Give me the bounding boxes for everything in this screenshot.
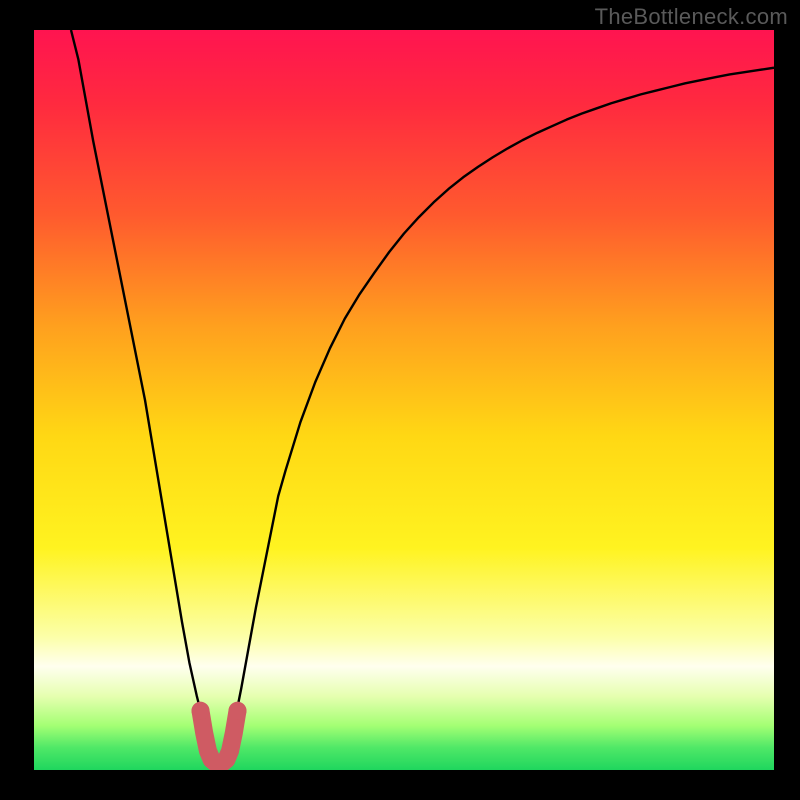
marker-endpoint xyxy=(229,702,247,720)
marker-endpoint xyxy=(192,702,210,720)
chart-svg xyxy=(34,30,774,770)
plot-area xyxy=(34,30,774,770)
watermark-label: TheBottleneck.com xyxy=(595,4,788,30)
chart-frame: TheBottleneck.com xyxy=(0,0,800,800)
